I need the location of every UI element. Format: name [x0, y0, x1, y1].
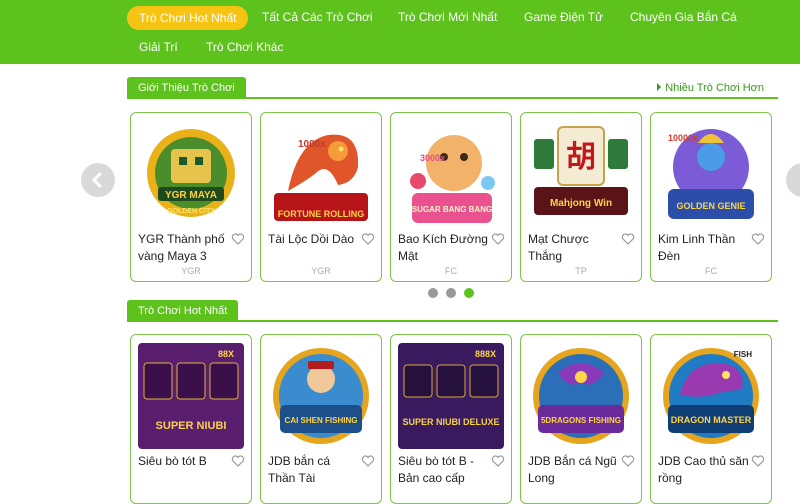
- game-provider: YGR: [311, 266, 331, 276]
- game-provider: FC: [445, 266, 457, 276]
- carousel-dot[interactable]: [428, 288, 438, 298]
- hot-section-header: Trò Chơi Hot Nhất: [127, 300, 778, 322]
- game-art-text: FORTUNE ROLLING: [278, 209, 365, 219]
- nav-tab-other-games[interactable]: Trò Chơi Khác: [206, 40, 283, 54]
- game-card[interactable]: 5DRAGONS FISHING JDB Bắn cá Ngũ Long: [520, 334, 642, 504]
- game-card[interactable]: 3000x SUGAR BANG BANG Bao Kích Đường Mật…: [390, 112, 512, 282]
- svg-text:1000x: 1000x: [298, 139, 326, 150]
- game-thumbnail: FISH DRAGON MASTER: [658, 343, 764, 449]
- intro-section-header: Giới Thiệu Trò Chơi Nhiều Trò Chơi Hơn: [127, 77, 778, 99]
- game-name: Siêu bò tót B: [138, 454, 207, 468]
- game-thumbnail: 10000x GOLDEN GENIE: [658, 121, 764, 227]
- game-thumbnail: 1000x FORTUNE ROLLING: [268, 121, 374, 227]
- nav-tab-fishing-games[interactable]: Chuyên Gia Bắn Cá: [630, 10, 737, 24]
- game-art-text: CAI SHEN FISHING: [285, 416, 358, 425]
- nav-tab-hot-games[interactable]: Trò Chơi Hot Nhất: [127, 6, 249, 30]
- game-provider: FC: [705, 266, 717, 276]
- more-games-link[interactable]: Nhiều Trò Chơi Hơn: [657, 82, 764, 94]
- intro-section-title: Giới Thiệu Trò Chơi: [127, 77, 246, 99]
- carousel-next-button[interactable]: [786, 163, 800, 197]
- game-thumbnail: 888X SUPER NIUBI DELUXE: [398, 343, 504, 449]
- game-name: Kim Linh Thần Đèn: [658, 232, 736, 263]
- svg-text:GOLDEN CITY: GOLDEN CITY: [167, 208, 215, 215]
- heart-icon[interactable]: [231, 454, 245, 468]
- game-name: Bao Kích Đường Mật: [398, 232, 488, 263]
- game-thumbnail: CAI SHEN FISHING: [268, 343, 374, 449]
- heart-icon[interactable]: [491, 232, 505, 246]
- game-name: JDB Bắn cá Ngũ Long: [528, 454, 617, 485]
- nav-tab-entertainment[interactable]: Giải Trí: [139, 40, 178, 54]
- game-card[interactable]: 888X SUPER NIUBI DELUXE Siêu bò tót B - …: [390, 334, 512, 504]
- game-name: JDB bắn cá Thần Tài: [268, 454, 331, 485]
- heart-icon[interactable]: [751, 232, 765, 246]
- game-thumbnail: 3000x SUGAR BANG BANG: [398, 121, 504, 227]
- game-art-text: GOLDEN GENIE: [676, 201, 745, 211]
- carousel-dot[interactable]: [446, 288, 456, 298]
- game-card[interactable]: 88X SUPER NIUBI Siêu bò tót B: [130, 334, 252, 504]
- svg-text:FISH: FISH: [734, 350, 752, 359]
- heart-icon[interactable]: [361, 454, 375, 468]
- heart-icon[interactable]: [751, 454, 765, 468]
- game-art-text: 5DRAGONS FISHING: [541, 416, 621, 425]
- game-card[interactable]: 胡 Mahjong Win Mạt Chược Thắng TP: [520, 112, 642, 282]
- game-art-text: DRAGON MASTER: [671, 415, 752, 425]
- game-thumbnail: YGR MAYA GOLDEN CITY: [138, 121, 244, 227]
- carousel-prev-button[interactable]: [81, 163, 115, 197]
- chevron-left-icon: [91, 171, 103, 189]
- game-name: Mạt Chược Thắng: [528, 232, 589, 263]
- heart-icon[interactable]: [491, 454, 505, 468]
- hot-section: Trò Chơi Hot Nhất: [127, 300, 778, 322]
- heart-icon[interactable]: [361, 232, 375, 246]
- svg-text:3000x: 3000x: [420, 153, 445, 163]
- nav-tab-new-games[interactable]: Trò Chơi Mới Nhất: [398, 10, 497, 24]
- game-thumbnail: 胡 Mahjong Win: [528, 121, 634, 227]
- hot-section-title: Trò Chơi Hot Nhất: [127, 300, 239, 322]
- heart-icon[interactable]: [621, 454, 635, 468]
- game-art-text: SUPER NIUBI: [156, 420, 227, 432]
- game-thumbnail: 5DRAGONS FISHING: [528, 343, 634, 449]
- carousel-dot-active[interactable]: [464, 288, 474, 298]
- game-art-text: Mahjong Win: [550, 198, 612, 209]
- game-name: YGR Thành phố vàng Maya 3: [138, 232, 225, 263]
- intro-section: Giới Thiệu Trò Chơi Nhiều Trò Chơi Hơn: [127, 77, 778, 99]
- top-nav-bar: Trò Chơi Hot Nhất Tất Cả Các Trò Chơi Tr…: [0, 0, 800, 64]
- game-name: JDB Cao thủ săn rồng: [658, 454, 749, 485]
- game-name: Tài Lộc Dồi Dào: [268, 232, 355, 246]
- svg-text:88X: 88X: [218, 349, 234, 359]
- game-art-text: SUPER NIUBI DELUXE: [402, 417, 499, 427]
- game-name: Siêu bò tót B - Bản cao cấp: [398, 454, 475, 485]
- game-art-text: YGR MAYA: [165, 190, 217, 201]
- game-card[interactable]: 1000x FORTUNE ROLLING Tài Lộc Dồi Dào YG…: [260, 112, 382, 282]
- game-card[interactable]: 10000x GOLDEN GENIE Kim Linh Thần Đèn FC: [650, 112, 772, 282]
- game-thumbnail: 88X SUPER NIUBI: [138, 343, 244, 449]
- game-card[interactable]: CAI SHEN FISHING JDB bắn cá Thần Tài: [260, 334, 382, 504]
- game-card[interactable]: YGR MAYA GOLDEN CITY YGR Thành phố vàng …: [130, 112, 252, 282]
- game-card[interactable]: FISH DRAGON MASTER JDB Cao thủ săn rồng: [650, 334, 772, 504]
- game-provider: YGR: [181, 266, 201, 276]
- heart-icon[interactable]: [231, 232, 245, 246]
- nav-tab-all-games[interactable]: Tất Cả Các Trò Chơi: [262, 10, 373, 24]
- caret-right-icon: [657, 83, 662, 91]
- svg-text:888X: 888X: [475, 349, 496, 359]
- nav-tab-electronic-games[interactable]: Game Điện Tử: [524, 10, 603, 24]
- svg-text:10000x: 10000x: [668, 133, 698, 143]
- heart-icon[interactable]: [621, 232, 635, 246]
- game-provider: TP: [575, 266, 587, 276]
- game-art-text: SUGAR BANG BANG: [412, 205, 492, 214]
- svg-text:胡: 胡: [566, 140, 596, 175]
- more-games-label: Nhiều Trò Chơi Hơn: [665, 82, 764, 94]
